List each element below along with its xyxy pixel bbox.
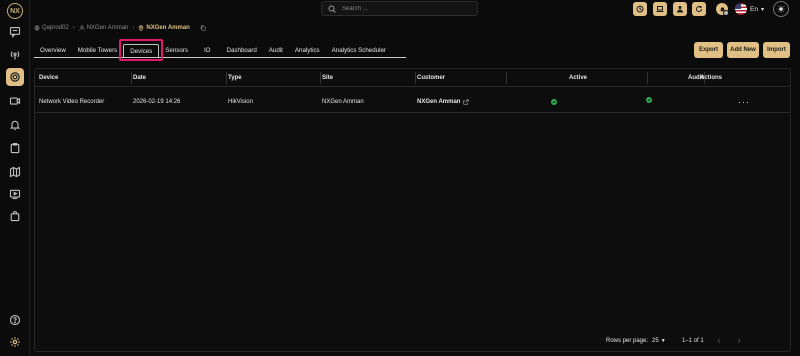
brand-logo[interactable]: NX: [7, 3, 23, 19]
tab-mobile-towers[interactable]: Mobile Towers: [72, 44, 123, 57]
tab-bar: Overview Mobile Towers Devices Sensors I…: [34, 43, 406, 58]
cell-type: HikVision: [228, 99, 253, 105]
pagination-range: 1–1 of 1: [682, 338, 704, 344]
external-link-icon[interactable]: [463, 99, 470, 105]
row-actions-menu-button[interactable]: ···: [738, 91, 750, 113]
rows-per-page-select[interactable]: 25 ▼: [652, 335, 666, 347]
chevron-down-icon: ▼: [660, 338, 666, 344]
bell-icon[interactable]: [6, 116, 24, 134]
language-selector[interactable]: En ▾: [735, 3, 764, 15]
tab-audit[interactable]: Audit: [263, 44, 289, 57]
breadcrumb-label: NXGen Amman: [86, 25, 129, 31]
language-label: En: [750, 5, 758, 13]
user-icon: [79, 25, 85, 31]
rows-per-page-label: Rows per page:: [606, 338, 649, 344]
cell-date: 2026-02-19 14:26: [133, 99, 181, 105]
breadcrumb-separator: ›: [132, 25, 135, 31]
search-icon: [328, 5, 336, 13]
clock-button[interactable]: [633, 2, 647, 16]
clipboard-icon[interactable]: [6, 139, 24, 157]
broadcast-tower-icon[interactable]: [6, 46, 24, 64]
refresh-button[interactable]: [692, 2, 706, 16]
user-icon: [677, 6, 683, 13]
chat-icon[interactable]: [6, 23, 24, 41]
laptop-button[interactable]: [653, 2, 667, 16]
chevron-right-icon: [737, 338, 741, 344]
rows-per-page-value: 25: [652, 338, 659, 344]
video-camera-icon[interactable]: [6, 92, 24, 110]
sidebar: NX: [0, 0, 30, 356]
chevron-down-icon: ▾: [760, 6, 764, 13]
globe-icon: [34, 25, 40, 31]
copy-icon[interactable]: [200, 25, 206, 31]
theme-toggle-button[interactable]: [773, 1, 789, 17]
table-header: Device Date Type Site Customer Active Au…: [35, 69, 790, 87]
breadcrumb: Qaprod02 › NXGen Amman › NXGen Amman: [34, 25, 206, 31]
search-box[interactable]: [321, 1, 478, 16]
gear-icon[interactable]: [6, 68, 24, 86]
play-video-icon[interactable]: [6, 185, 24, 203]
tab-devices[interactable]: Devices: [123, 44, 160, 57]
tab-analytics[interactable]: Analytics: [289, 44, 326, 57]
map-icon[interactable]: [6, 163, 24, 181]
breadcrumb-separator: ›: [72, 25, 75, 31]
export-button[interactable]: Export: [694, 42, 723, 58]
cell-audio: [646, 89, 652, 111]
tab-dashboard[interactable]: Dashboard: [221, 44, 263, 57]
cell-site: NXGen Amman: [322, 99, 364, 105]
app-root: NX Search ... En ▾ Qaprod02 › NXGen Amma…: [0, 0, 800, 356]
column-header-device[interactable]: Device: [39, 69, 132, 87]
notification-badge: [723, 10, 729, 16]
breadcrumb-label: Qaprod02: [42, 25, 69, 31]
table-row[interactable]: Network Video Recorder 2026-02-19 14:26 …: [35, 91, 790, 113]
breadcrumb-item-customer[interactable]: Qaprod02: [34, 25, 69, 31]
next-page-button[interactable]: [736, 335, 742, 347]
settings-icon[interactable]: [6, 333, 24, 351]
previous-page-button[interactable]: [716, 335, 722, 347]
import-button[interactable]: Import: [763, 42, 790, 58]
cell-device: Network Video Recorder: [39, 99, 105, 105]
column-header-site[interactable]: Site: [322, 69, 416, 87]
tab-sensors[interactable]: Sensors: [159, 44, 194, 57]
devices-table: Device Date Type Site Customer Active Au…: [34, 68, 791, 352]
chevron-left-icon: [717, 338, 721, 344]
column-header-actions: Actions: [700, 75, 723, 81]
tab-analytics-scheduler[interactable]: Analytics Scheduler: [326, 44, 392, 57]
audio-check-icon: [646, 97, 652, 103]
cell-active: [551, 91, 557, 113]
column-header-active[interactable]: Active: [508, 69, 648, 87]
column-header-date[interactable]: Date: [133, 69, 227, 87]
add-new-button[interactable]: Add New: [727, 42, 759, 58]
us-flag-icon: [735, 3, 747, 15]
user-button[interactable]: [673, 2, 687, 16]
breadcrumb-label: NXGen Amman: [146, 25, 190, 31]
search-input[interactable]: [342, 5, 462, 12]
laptop-icon: [656, 6, 664, 12]
cell-customer[interactable]: NXGen Amman: [417, 91, 470, 113]
tab-io[interactable]: IO: [194, 44, 221, 57]
shopping-bag-icon[interactable]: [6, 207, 24, 225]
refresh-icon: [696, 6, 703, 13]
customer-link[interactable]: NXGen Amman: [417, 99, 460, 105]
tab-overview[interactable]: Overview: [34, 44, 72, 57]
column-header-type[interactable]: Type: [228, 69, 321, 87]
column-header-customer[interactable]: Customer: [417, 69, 507, 87]
location-pin-icon: [139, 25, 144, 31]
clock-icon: [636, 5, 644, 13]
column-header-audio[interactable]: Audio: [649, 69, 705, 87]
breadcrumb-item-account[interactable]: NXGen Amman: [79, 25, 129, 31]
active-check-icon: [551, 99, 557, 105]
help-icon[interactable]: [6, 311, 24, 329]
breadcrumb-item-site: NXGen Amman: [138, 25, 190, 31]
sun-icon: [777, 5, 785, 13]
